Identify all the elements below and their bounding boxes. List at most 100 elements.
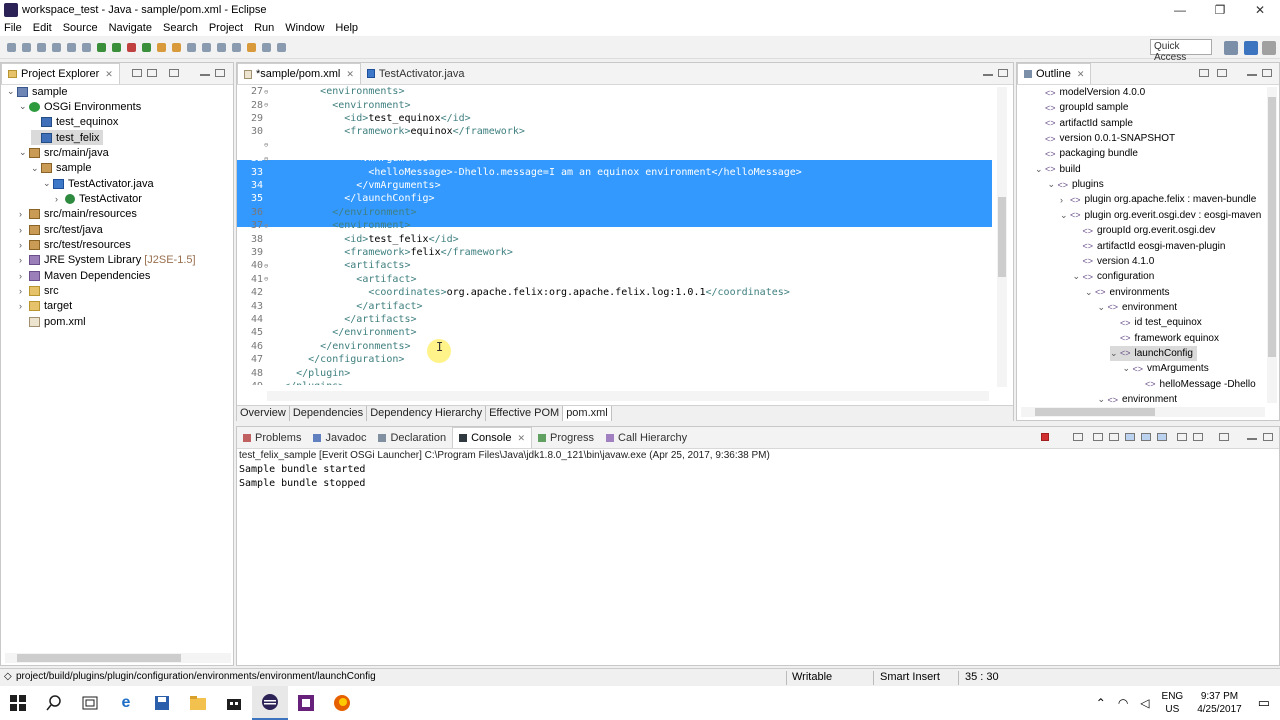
tab-pom-source[interactable]: pom.xml — [563, 406, 612, 421]
eclipse-taskbar-icon[interactable] — [252, 686, 288, 720]
twisty-icon[interactable]: ⌄ — [1060, 210, 1070, 221]
minimize-view-icon[interactable] — [200, 74, 210, 76]
maximize-editor-icon[interactable] — [998, 69, 1008, 77]
twisty-icon[interactable]: ⌄ — [19, 147, 29, 158]
outline-hscroll-thumb[interactable] — [1035, 408, 1155, 416]
toggle-mark-icon[interactable] — [67, 43, 76, 52]
close-tab-icon[interactable]: ✕ — [105, 69, 113, 80]
tree-item[interactable]: ⌄ TestActivator.java — [43, 176, 154, 191]
restore-button[interactable]: ❐ — [1200, 0, 1240, 20]
twisty-icon[interactable]: ⌄ — [7, 86, 17, 97]
volume-icon[interactable]: ◁ — [1140, 696, 1149, 710]
twisty-icon[interactable]: ⌄ — [1098, 302, 1108, 313]
menu-source[interactable]: Source — [63, 22, 98, 34]
outline-item[interactable]: ⌄ <> environment — [1098, 300, 1178, 315]
outline-item[interactable]: <> packaging bundle — [1035, 146, 1138, 161]
fold-toggle-icon[interactable]: ⊖ — [264, 88, 272, 96]
code-area[interactable]: 27 ⊖ <environments> 28 ⊖ <environment> 29 <i… — [237, 85, 997, 385]
twisty-icon[interactable]: ⌄ — [1073, 271, 1083, 282]
visual-studio-icon[interactable] — [288, 686, 324, 720]
twisty-icon[interactable]: ⌄ — [19, 101, 29, 112]
search-icon[interactable] — [36, 686, 72, 720]
menu-navigate[interactable]: Navigate — [109, 22, 152, 34]
show-on-error-icon[interactable] — [1157, 433, 1167, 441]
outline-item[interactable]: ⌄ <> plugins — [1048, 177, 1104, 192]
pin-console-icon[interactable] — [1177, 433, 1187, 441]
tab-pom-xml[interactable]: *sample/pom.xml ✕ — [237, 63, 361, 84]
editor-vscroll-thumb[interactable] — [998, 197, 1006, 277]
outline-item[interactable]: <> artifactId eosgi-maven-plugin — [1073, 239, 1226, 254]
twisty-icon[interactable]: › — [19, 225, 29, 235]
store-icon[interactable] — [216, 686, 252, 720]
tab-problems[interactable]: Problems — [237, 427, 307, 448]
outline-item[interactable]: ⌄ <> launchConfig — [1110, 345, 1197, 361]
tree-item[interactable]: › src/test/java — [19, 222, 103, 237]
word-wrap-icon[interactable] — [1125, 433, 1135, 441]
twisty-icon[interactable]: › — [55, 194, 65, 204]
sort-icon[interactable] — [1199, 69, 1209, 77]
explorer-hscroll-thumb[interactable] — [17, 654, 181, 662]
new-icon[interactable] — [7, 43, 16, 52]
outline-item[interactable]: <> version 4.1.0 — [1073, 254, 1155, 269]
tab-outline[interactable]: Outline ✕ — [1017, 63, 1092, 84]
twisty-icon[interactable]: › — [19, 209, 29, 219]
coverage-icon[interactable] — [112, 43, 121, 52]
menu-search[interactable]: Search — [163, 22, 198, 34]
outline-item[interactable]: <> artifactId sample — [1035, 116, 1133, 131]
minimize-view-icon[interactable] — [1247, 74, 1257, 76]
twisty-icon[interactable]: › — [19, 271, 29, 281]
search-icon[interactable] — [202, 43, 211, 52]
twisty-icon[interactable]: ⌄ — [1123, 363, 1133, 374]
maximize-view-icon[interactable] — [215, 69, 225, 77]
twisty-icon[interactable]: ⌄ — [1035, 164, 1045, 175]
terminate-icon[interactable] — [1041, 433, 1049, 441]
outline-item[interactable]: ⌄ <> plugin org.everit.osgi.dev : eosgi-ma… — [1060, 208, 1261, 223]
outline-item[interactable]: ⌄ <> vmArguments — [1123, 361, 1209, 376]
task-view-icon[interactable] — [72, 686, 108, 720]
explorer-hscroll[interactable] — [5, 653, 231, 663]
menu-help[interactable]: Help — [335, 22, 358, 34]
tab-overview[interactable]: Overview — [237, 406, 290, 421]
outline-item[interactable]: ⌄ <> configuration — [1073, 269, 1155, 284]
collapse-all-icon[interactable] — [132, 69, 142, 77]
wifi-icon[interactable]: ◠ — [1118, 696, 1128, 710]
tab-effective-pom[interactable]: Effective POM — [486, 406, 564, 421]
open-console-icon[interactable] — [1219, 433, 1229, 441]
close-button[interactable]: ✕ — [1240, 0, 1280, 20]
outline-item[interactable]: ⌄ <> build — [1035, 162, 1081, 177]
fold-toggle-icon[interactable]: ⊖ — [264, 155, 272, 163]
twisty-icon[interactable]: ⌄ — [1048, 179, 1058, 190]
fold-toggle-icon[interactable]: ⊖ — [264, 101, 272, 109]
twisty-icon[interactable]: › — [19, 240, 29, 250]
tree-item[interactable]: ⌄ src/main/java — [19, 145, 109, 160]
menu-project[interactable]: Project — [209, 22, 243, 34]
clear-console-icon[interactable] — [1093, 433, 1103, 441]
outline-item[interactable]: ⌄ <> environment — [1098, 392, 1178, 407]
tab-dependencies[interactable]: Dependencies — [290, 406, 368, 421]
outline-item[interactable]: <> framework equinox — [1110, 331, 1219, 346]
open-type-icon[interactable] — [187, 43, 196, 52]
menu-window[interactable]: Window — [285, 22, 324, 34]
tree-item[interactable]: ⌄ OSGi Environments — [19, 99, 141, 114]
notifications-icon[interactable]: ▭ — [1258, 695, 1270, 711]
maximize-view-icon[interactable] — [1263, 433, 1273, 441]
tab-call-hierarchy[interactable]: Call Hierarchy — [600, 427, 693, 448]
outline-item[interactable]: › <> plugin org.apache.felix : maven-bundl… — [1060, 192, 1256, 207]
print-icon[interactable] — [52, 43, 61, 52]
debug-perspective-icon[interactable] — [1262, 41, 1276, 55]
tab-testactivator[interactable]: TestActivator.java — [361, 63, 471, 84]
minimize-button[interactable]: — — [1160, 0, 1200, 20]
outline-item[interactable]: <> groupId org.everit.osgi.dev — [1073, 223, 1216, 238]
start-icon[interactable] — [0, 686, 36, 720]
run-icon[interactable] — [97, 43, 106, 52]
debug-icon[interactable] — [82, 43, 91, 52]
tab-progress[interactable]: Progress — [532, 427, 600, 448]
new-class-icon[interactable] — [172, 43, 181, 52]
twisty-icon[interactable]: ⌄ — [1085, 287, 1095, 298]
outline-item[interactable]: <> version 0.0.1-SNAPSHOT — [1035, 131, 1175, 146]
tree-item[interactable]: › TestActivator — [55, 191, 142, 206]
twisty-icon[interactable]: ⌄ — [43, 178, 53, 189]
close-tab-icon[interactable]: ✕ — [1077, 69, 1085, 80]
remove-launch-icon[interactable] — [1057, 433, 1067, 441]
close-tab-icon[interactable]: ✕ — [517, 433, 525, 444]
